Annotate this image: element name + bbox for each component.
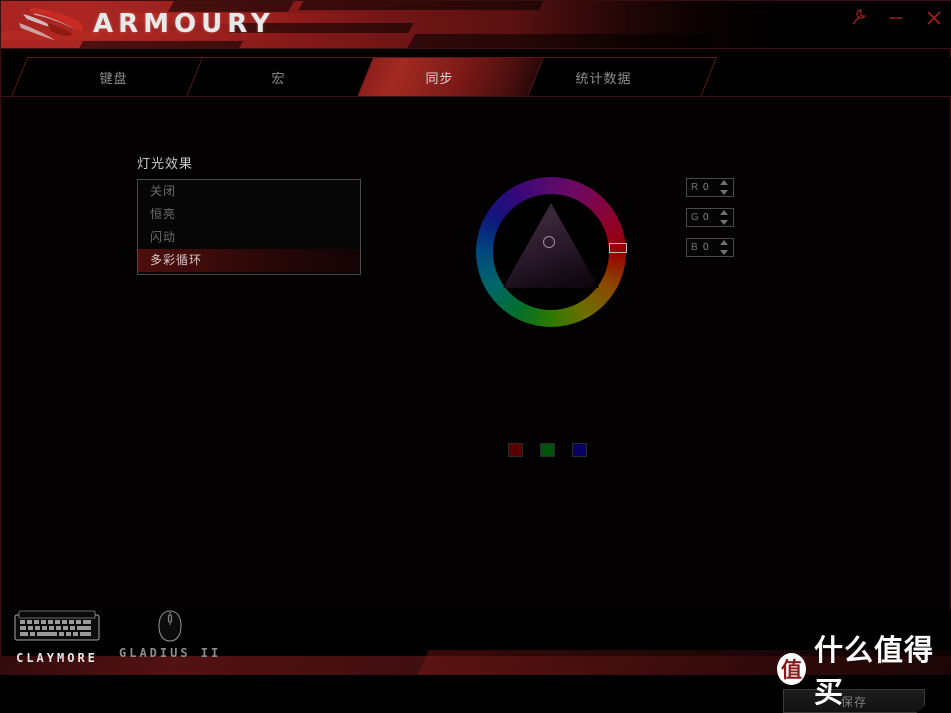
tab-label: 键盘 — [99, 70, 128, 86]
mouse-icon — [158, 610, 182, 642]
watermark: 值 什么值得买 — [777, 627, 950, 711]
title-bar: ARMOURY — [1, 1, 951, 49]
saturation-cursor-icon[interactable] — [543, 236, 555, 248]
app-title: ARMOURY — [93, 9, 275, 39]
rog-eye-logo — [17, 7, 89, 43]
header-divider — [1, 48, 951, 49]
tab-statistics[interactable]: 统计数据 — [521, 57, 686, 97]
list-item-color-cycle[interactable]: 多彩循环 — [138, 249, 360, 272]
tab-keyboard[interactable]: 键盘 — [31, 57, 196, 97]
list-item-label: 闪动 — [150, 230, 177, 244]
watermark-text: 什么值得买 — [814, 633, 935, 709]
rgb-input-r[interactable]: R 0 — [686, 178, 734, 197]
tab-bar: 键盘 宏 同步 统计数据 — [1, 57, 951, 97]
tab-label: 同步 — [425, 70, 454, 86]
rgb-value: 0 — [703, 242, 709, 253]
hue-cursor-icon[interactable] — [609, 243, 627, 253]
device-name: CLAYMORE — [16, 651, 98, 665]
tab-sync[interactable]: 同步 — [357, 57, 522, 97]
list-item-label: 关闭 — [150, 184, 177, 198]
rgb-stepper-r[interactable] — [719, 180, 730, 195]
lighting-effect-label: 灯光效果 — [137, 156, 194, 171]
rgb-value: 0 — [703, 212, 709, 223]
lighting-effect-list[interactable]: 关闭 恒亮 闪动 多彩循环 — [137, 179, 361, 275]
rgb-stepper-b[interactable] — [719, 240, 730, 255]
list-item-label: 恒亮 — [150, 207, 177, 221]
rgb-inputs: R 0 G 0 B 0 — [686, 178, 734, 268]
list-item-off[interactable]: 关闭 — [138, 180, 360, 203]
device-name: GLADIUS II — [119, 646, 222, 660]
sync-panel: 灯光效果 关闭 恒亮 闪动 多彩循环 R 0 G 0 B 0 保存 — [1, 98, 951, 713]
armoury-window: ARMOURY 键盘 宏 同步 统计数据 灯光效果 关闭 恒亮 闪动 多彩循环 … — [0, 0, 951, 713]
tab-label: 统计数据 — [575, 70, 632, 86]
close-button[interactable] — [924, 7, 944, 27]
window-controls — [848, 7, 944, 27]
tab-bar-divider — [1, 96, 951, 97]
rgb-value: 0 — [703, 182, 709, 193]
device-claymore[interactable]: CLAYMORE — [13, 609, 101, 665]
list-item-static[interactable]: 恒亮 — [138, 203, 360, 226]
rgb-channel-label: R — [691, 182, 699, 193]
minimize-button[interactable] — [886, 7, 906, 27]
list-item-breathing[interactable]: 闪动 — [138, 226, 360, 249]
swatch-blue[interactable] — [572, 443, 587, 457]
rgb-input-g[interactable]: G 0 — [686, 208, 734, 227]
watermark-badge-icon: 值 — [777, 653, 807, 685]
settings-wrench-button[interactable] — [848, 7, 868, 27]
device-gladius-ii[interactable]: GLADIUS II — [119, 609, 221, 660]
rgb-channel-label: B — [691, 242, 698, 253]
tab-macro[interactable]: 宏 — [196, 57, 361, 97]
swatch-red[interactable] — [508, 443, 523, 457]
color-swatches — [508, 443, 587, 457]
list-item-label: 多彩循环 — [150, 253, 203, 267]
rgb-input-b[interactable]: B 0 — [686, 238, 734, 257]
header-facet — [298, 1, 544, 10]
color-wheel[interactable] — [476, 177, 627, 327]
rgb-stepper-g[interactable] — [719, 210, 730, 225]
keyboard-icon — [13, 609, 101, 648]
tab-label: 宏 — [271, 70, 286, 86]
swatch-green[interactable] — [540, 443, 555, 457]
rgb-channel-label: G — [691, 212, 699, 223]
